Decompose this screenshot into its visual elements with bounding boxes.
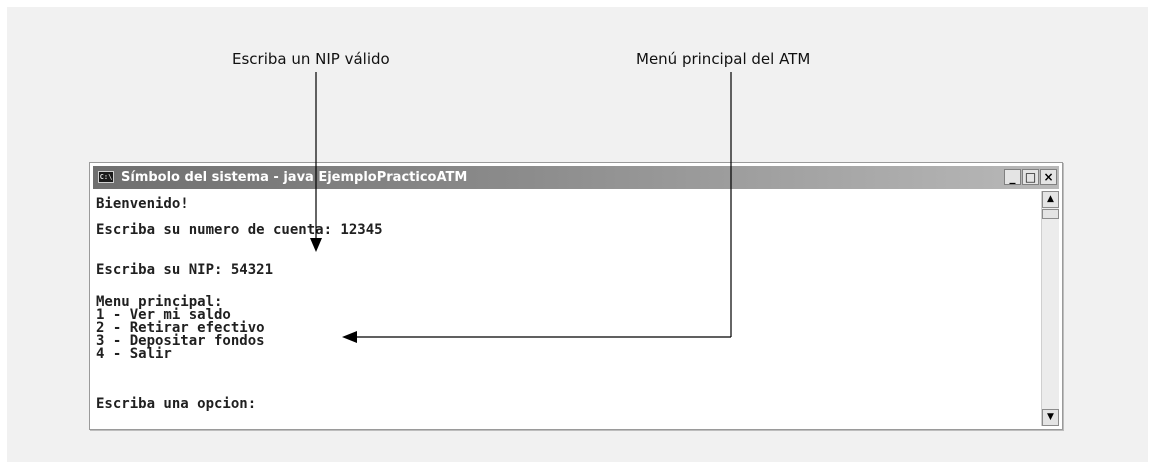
- callout-arrows: [310, 72, 732, 343]
- pin-arrowhead-icon: [310, 238, 322, 252]
- menu-arrowhead-icon: [342, 331, 357, 343]
